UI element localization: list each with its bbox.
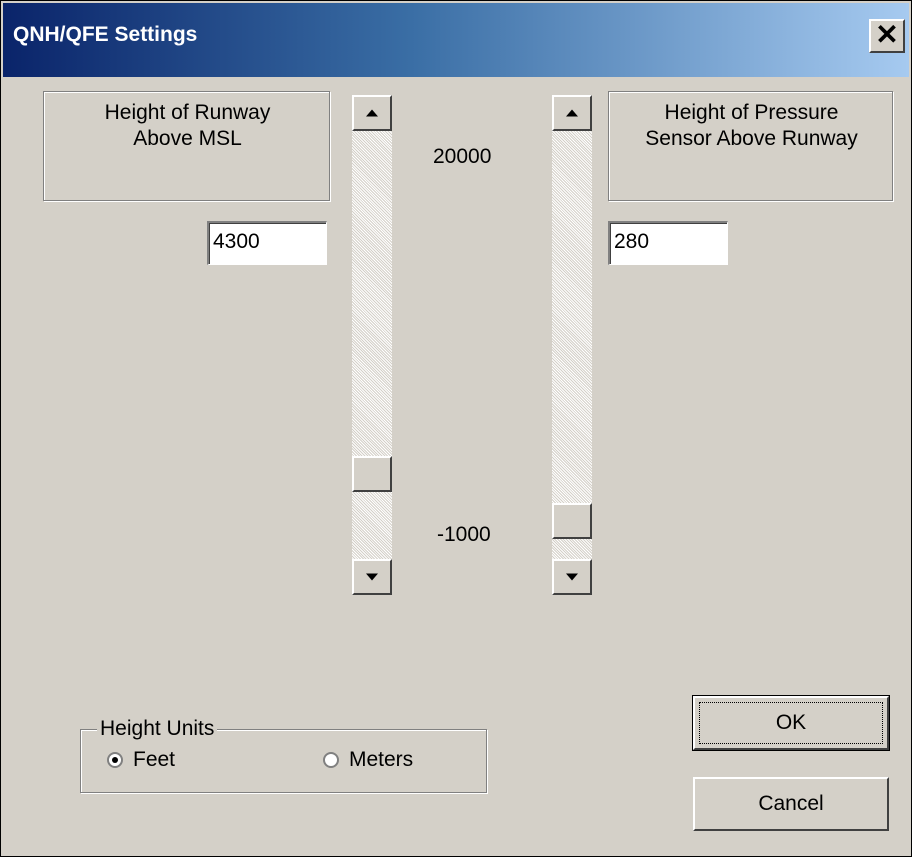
runway-label-line1: Height of Runway <box>104 101 271 124</box>
sensor-label-line1: Height of Pressure <box>664 101 839 124</box>
title-bar[interactable]: QNH/QFE Settings ✕ <box>3 3 909 77</box>
sensor-slider-thumb[interactable] <box>552 503 592 540</box>
runway-label-box: Height of Runway Above MSL <box>43 91 330 201</box>
sensor-label: Height of Pressure Sensor Above Runway <box>609 100 894 152</box>
runway-scroll-up-button[interactable] <box>352 95 392 131</box>
runway-label: Height of Runway Above MSL <box>44 100 331 152</box>
scale-max-label: 20000 <box>433 145 492 168</box>
runway-scroll-down-button[interactable] <box>352 559 392 595</box>
close-button[interactable]: ✕ <box>869 19 905 53</box>
meters-label: Meters <box>349 748 414 771</box>
down-arrow-icon <box>366 573 378 581</box>
radio-checked-icon <box>107 752 123 768</box>
runway-slider-thumb[interactable] <box>352 456 392 493</box>
sensor-height-input[interactable]: 280 <box>608 221 728 265</box>
feet-label: Feet <box>133 748 176 771</box>
sensor-height-slider[interactable] <box>552 95 592 595</box>
up-arrow-icon <box>366 109 378 117</box>
window-title: QNH/QFE Settings <box>13 23 198 46</box>
up-arrow-icon <box>566 109 578 117</box>
sensor-label-line2: Sensor Above Runway <box>645 127 858 150</box>
runway-height-input[interactable]: 4300 <box>207 221 327 265</box>
height-units-label: Height Units <box>97 717 218 741</box>
cancel-label: Cancel <box>758 792 824 815</box>
radio-unchecked-icon <box>323 752 339 768</box>
feet-radio[interactable]: Feet <box>107 748 175 772</box>
sensor-label-box: Height of Pressure Sensor Above Runway <box>608 91 893 201</box>
down-arrow-icon <box>566 573 578 581</box>
focus-rect <box>699 702 883 744</box>
sensor-scroll-down-button[interactable] <box>552 559 592 595</box>
sensor-scroll-up-button[interactable] <box>552 95 592 131</box>
scale-min-label: -1000 <box>437 523 491 546</box>
runway-height-slider[interactable] <box>352 95 392 595</box>
meters-radio[interactable]: Meters <box>323 748 413 772</box>
close-icon: ✕ <box>875 19 899 50</box>
runway-label-line2: Above MSL <box>133 127 242 150</box>
cancel-button[interactable]: Cancel <box>693 777 889 831</box>
qnh-qfe-dialog: QNH/QFE Settings ✕ Height of Runway Abov… <box>0 0 912 857</box>
ok-button[interactable]: OK <box>692 695 890 751</box>
